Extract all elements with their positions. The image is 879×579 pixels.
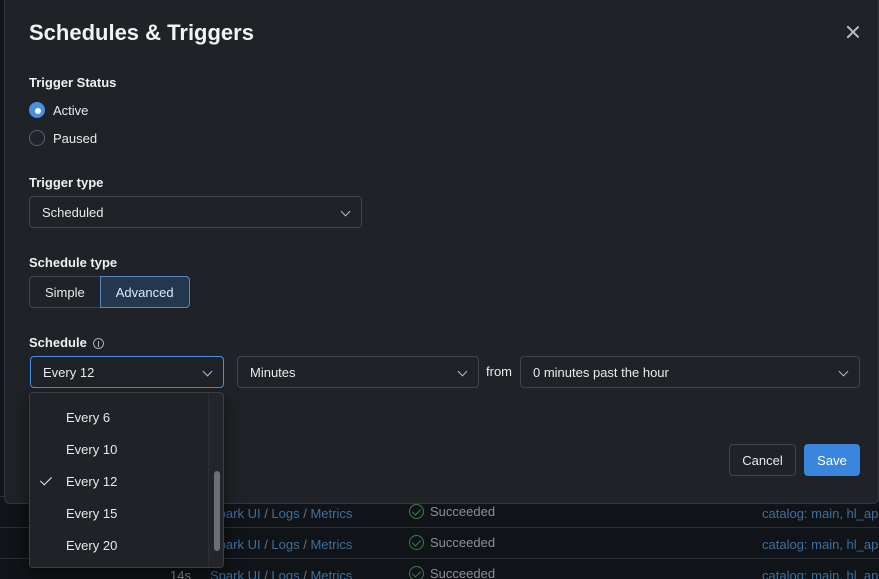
interval-value: Every 12 [43,364,95,380]
check-icon [39,473,53,486]
radio-paused[interactable]: Paused [29,130,97,146]
status-badge: Succeeded [409,535,495,550]
status-badge: Succeeded [409,504,495,519]
save-button[interactable]: Save [804,444,860,476]
scrollbar-thumb[interactable] [214,471,220,551]
radio-active-label: Active [53,102,89,118]
metrics-link[interactable]: Metrics [310,506,352,521]
schedule-type-simple[interactable]: Simple [29,276,100,308]
offset-select[interactable]: 0 minutes past the hour [520,356,860,388]
dropdown-option[interactable]: Every 15 [30,497,208,529]
spark-ui-link[interactable]: Spark UI [210,568,261,579]
unit-select[interactable]: Minutes [237,356,479,388]
chevron-down-icon [340,206,351,217]
metrics-link[interactable]: Metrics [310,537,352,552]
offset-value: 0 minutes past the hour [533,364,669,380]
dropdown-option[interactable]: Every 20 [30,529,208,561]
tags[interactable]: catalog: main, hl_ap [762,568,878,579]
metrics-link[interactable]: Metrics [310,568,352,579]
chevron-down-icon [202,366,213,377]
success-check-icon [409,535,424,550]
logs-link[interactable]: Logs [271,568,299,579]
run-links: Spark UI / Logs / Metrics [210,506,353,521]
run-links: Spark UI / Logs / Metrics [210,568,352,579]
dropdown-option[interactable]: Every 6 [30,401,208,433]
trigger-type-value: Scheduled [42,204,104,220]
schedule-type-advanced[interactable]: Advanced [99,276,190,308]
status-badge: Succeeded [409,566,495,579]
interval-dropdown: Every 6 Every 10 Every 12 Every 15 Every… [29,392,224,568]
radio-active[interactable]: Active [29,102,88,118]
trigger-status-label: Trigger Status [29,75,117,90]
radio-unselected-icon[interactable] [29,130,45,146]
unit-value: Minutes [250,364,296,380]
info-icon[interactable] [92,338,104,350]
cancel-button[interactable]: Cancel [729,444,796,476]
dropdown-option[interactable]: Every 10 [30,433,208,465]
run-links: Spark UI / Logs / Metrics [210,537,353,552]
trigger-type-select[interactable]: Scheduled [29,196,362,228]
from-label: from [486,364,512,379]
success-check-icon [409,504,424,519]
logs-link[interactable]: Logs [271,537,299,552]
schedule-type-toggle: Simple Advanced [29,276,190,308]
dropdown-option-selected[interactable]: Every 12 [30,465,208,497]
tags[interactable]: catalog: main, hl_ap [762,537,878,552]
success-check-icon [409,566,424,579]
radio-selected-icon[interactable] [29,102,45,118]
radio-paused-label: Paused [53,130,98,146]
interval-select[interactable]: Every 12 [30,356,224,388]
schedule-label: Schedule [29,335,104,350]
chevron-down-icon [457,366,468,377]
modal-title: Schedules & Triggers [29,20,254,45]
close-icon[interactable] [843,22,863,42]
tags[interactable]: catalog: main, hl_ap [762,506,878,521]
schedule-type-label: Schedule type [29,255,118,270]
logs-link[interactable]: Logs [271,506,299,521]
chevron-down-icon [838,366,849,377]
dropdown-scrollbar[interactable] [208,393,223,567]
trigger-type-label: Trigger type [29,175,104,190]
duration: 14s [170,568,191,579]
